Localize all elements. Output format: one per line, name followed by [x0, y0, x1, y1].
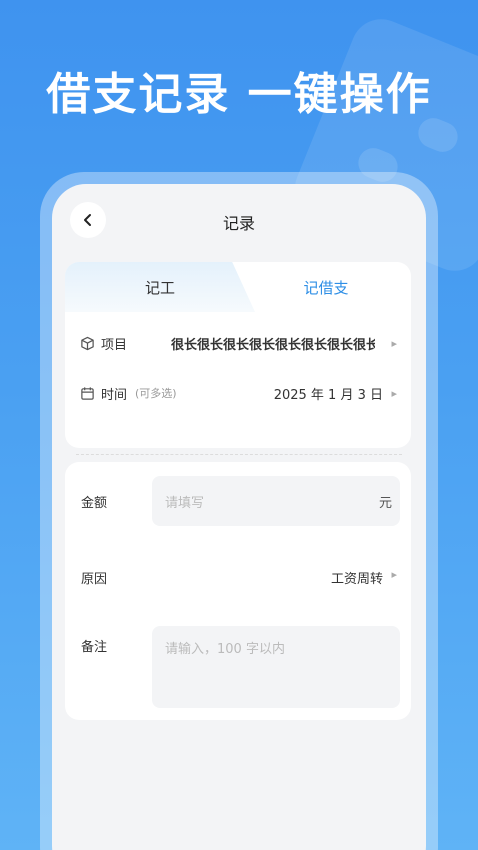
reason-label: 原因 [81, 572, 108, 587]
project-row[interactable]: 项目 很长很长很长很长很长很长很长很长很长 ▸ [79, 330, 397, 356]
project-label: 项目 [101, 337, 128, 353]
ticket-notch [55, 444, 75, 464]
cube-icon [79, 335, 95, 351]
reason-value[interactable]: 工资周转 [331, 568, 383, 587]
note-placeholder: 请输入，100 字以内 [165, 642, 285, 657]
form-card: 金额 请填写 元 原因 工资周转 ▸ 备注 请输入，100 字以内 [65, 462, 411, 720]
divider [76, 454, 402, 455]
page-title: 记录 [222, 214, 255, 233]
tab-borrow[interactable]: 记借支 [241, 262, 411, 312]
note-textarea[interactable]: 请输入，100 字以内 [152, 626, 400, 708]
tab-work[interactable]: 记工 [65, 262, 255, 312]
headline: 借支记录 一键操作 [46, 69, 432, 120]
chevron-right-icon: ▸ [391, 336, 397, 350]
record-card: 记工 记借支 项目 很长很长很长很长很长很长很长很长很长 ▸ 时间 (可多选) … [65, 262, 411, 448]
ticket-notch [403, 444, 423, 464]
time-row[interactable]: 时间 (可多选) 2025 年 1 月 3 日 ▸ [79, 380, 397, 406]
time-value: 2025 年 1 月 3 日 [273, 387, 383, 403]
note-label: 备注 [81, 640, 108, 655]
amount-placeholder: 请填写 [165, 496, 205, 511]
project-value: 很长很长很长很长很长很长很长很长很长 [171, 337, 375, 353]
amount-input[interactable]: 请填写 元 [152, 476, 400, 526]
time-hint: (可多选) [135, 387, 177, 400]
calendar-icon [79, 385, 95, 401]
amount-label: 金额 [81, 496, 108, 511]
time-label: 时间 [101, 387, 128, 403]
chevron-right-icon: ▸ [391, 568, 397, 581]
phone-screen: 记录 记工 记借支 项目 很长很长很长很长很长很长很长很长很长 ▸ 时间 ( [52, 184, 426, 850]
tab-bar: 记工 记借支 [65, 262, 411, 312]
chevron-right-icon: ▸ [391, 386, 397, 400]
nav-bar: 记录 [52, 184, 426, 260]
phone-frame: 记录 记工 记借支 项目 很长很长很长很长很长很长很长很长很长 ▸ 时间 ( [40, 172, 438, 850]
amount-unit: 元 [378, 496, 392, 511]
